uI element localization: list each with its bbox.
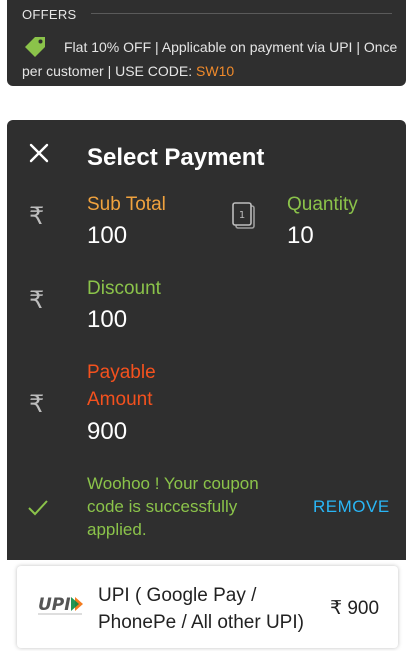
upi-payment-option[interactable]: UPI UPI ( Google Pay / PhonePe / All oth… bbox=[17, 566, 398, 648]
quantity-value: 10 bbox=[287, 222, 314, 249]
payable-value: 900 bbox=[87, 418, 128, 445]
page-title: Select Payment bbox=[87, 144, 265, 171]
offer-description: Flat 10% OFF | Applicable on payment via… bbox=[22, 35, 398, 83]
offers-card: OFFERS Flat 10% OFF | Applicable on paym… bbox=[7, 0, 406, 86]
close-icon[interactable] bbox=[28, 142, 50, 164]
rupee-icon: ₹ bbox=[29, 203, 45, 230]
quantity-icon-text: 1 bbox=[239, 210, 245, 221]
sub-total-value: 100 bbox=[87, 222, 128, 249]
quantity-label: Quantity bbox=[287, 194, 358, 215]
upi-option-amount: ₹ 900 bbox=[330, 598, 380, 619]
check-icon bbox=[28, 500, 48, 516]
offer-code[interactable]: SW10 bbox=[196, 63, 234, 79]
select-payment-sheet: Select Payment ₹ Sub Total 100 1 Quantit… bbox=[7, 120, 406, 560]
discount-label: Discount bbox=[87, 278, 161, 299]
upi-option-label: UPI ( Google Pay / PhonePe / All other U… bbox=[98, 585, 304, 633]
payable-label-line1: Payable bbox=[87, 362, 156, 383]
coupon-applied-message: Woohoo ! Your coupon code is successfull… bbox=[87, 474, 259, 539]
rupee-icon: ₹ bbox=[29, 287, 45, 314]
offers-divider bbox=[91, 13, 392, 14]
upi-logo-text: UPI bbox=[38, 595, 71, 615]
quantity-icon: 1 bbox=[232, 202, 255, 229]
payable-label-line2: Amount bbox=[87, 389, 153, 410]
discount-value: 100 bbox=[87, 306, 128, 333]
offers-title: OFFERS bbox=[22, 7, 77, 22]
remove-coupon-button[interactable]: REMOVE bbox=[313, 497, 390, 517]
upi-logo-icon: UPI bbox=[38, 595, 83, 615]
sub-total-label: Sub Total bbox=[87, 194, 166, 215]
rupee-icon: ₹ bbox=[29, 391, 45, 418]
